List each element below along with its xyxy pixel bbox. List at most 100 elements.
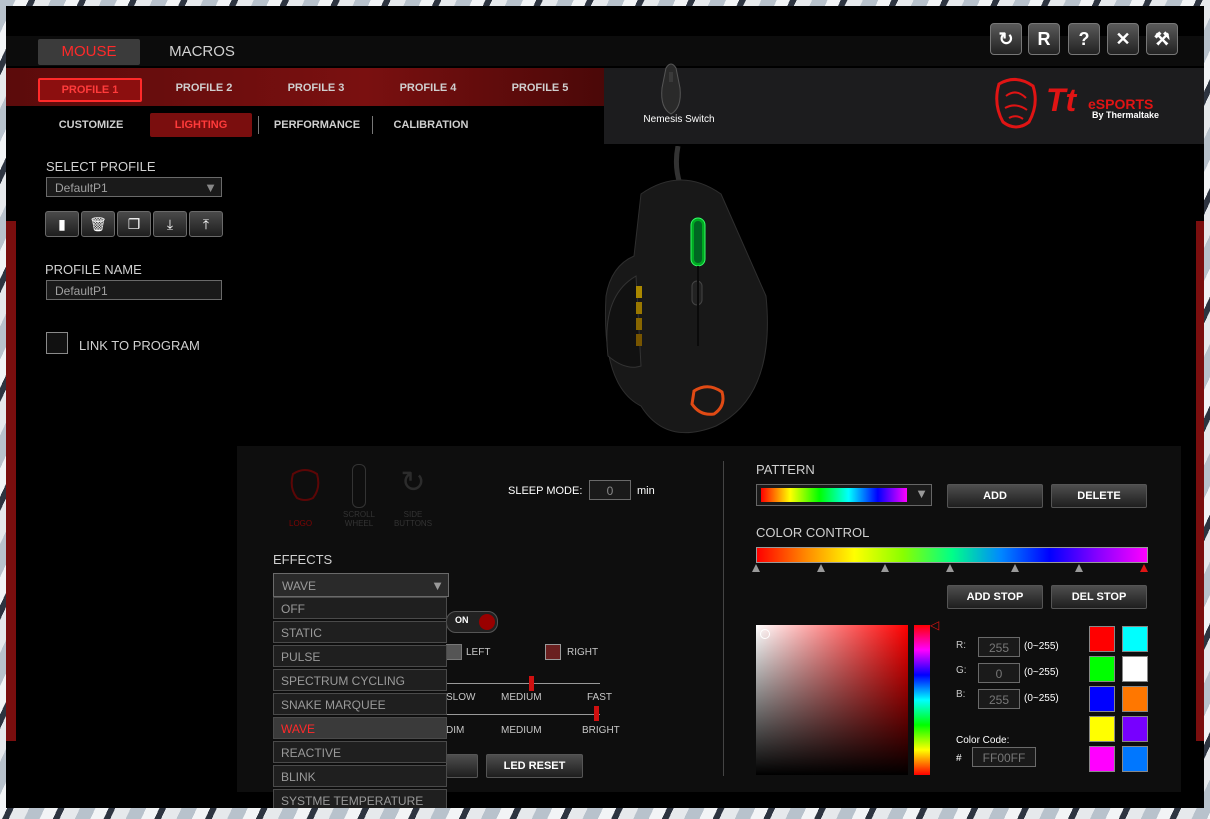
direction-left-checkbox[interactable] — [446, 644, 462, 660]
help-icon[interactable]: ? — [1068, 23, 1100, 55]
gradient-bar[interactable] — [756, 547, 1148, 563]
reset-button[interactable]: R — [1028, 23, 1060, 55]
color-code-hash: # — [956, 753, 962, 764]
mouse-image — [596, 145, 776, 441]
b-label: B: — [956, 689, 966, 700]
effect-option-off[interactable]: OFF — [273, 597, 447, 619]
profile-name-input[interactable]: DefaultP1 — [46, 280, 222, 300]
link-to-program-checkbox[interactable] — [46, 332, 68, 354]
lighting-toggle[interactable]: ON — [446, 611, 498, 633]
gradient-stop-marker[interactable] — [816, 564, 825, 572]
tab-profile-2[interactable]: PROFILE 2 — [154, 78, 254, 98]
effect-option-reactive[interactable]: REACTIVE — [273, 741, 447, 763]
color-code-label: Color Code: — [956, 735, 1010, 746]
device-thumbnail[interactable] — [656, 58, 686, 116]
gradient-stop-marker[interactable] — [1075, 564, 1084, 572]
color-swatch[interactable] — [1122, 716, 1148, 742]
brand-by: By Thermaltake — [1092, 110, 1160, 120]
scroll-wheel-zone-label: SCROLL WHEEL — [342, 510, 375, 528]
effect-option-pulse[interactable]: PULSE — [273, 645, 447, 667]
color-swatch[interactable] — [1089, 716, 1115, 742]
sleep-mode-input[interactable]: 0 — [589, 480, 631, 500]
gradient-stops[interactable] — [752, 564, 1148, 574]
gradient-stop-marker[interactable] — [752, 564, 760, 572]
tab-macros[interactable]: MACROS — [154, 39, 250, 65]
tab-calibration[interactable]: CALIBRATION — [378, 113, 484, 137]
gradient-stop-marker[interactable] — [1010, 564, 1019, 572]
b-input[interactable]: 255 — [978, 689, 1020, 709]
tab-performance[interactable]: PERFORMANCE — [264, 113, 370, 137]
save-icon[interactable]: ▮ — [45, 211, 79, 237]
color-code-input[interactable]: FF00FF — [972, 747, 1036, 767]
sleep-mode-label: SLEEP MODE: — [508, 485, 583, 497]
add-stop-button[interactable]: ADD STOP — [947, 585, 1043, 609]
speed-slider-handle[interactable] — [528, 676, 534, 691]
speed-slider-track[interactable] — [446, 683, 600, 684]
pattern-dropdown[interactable]: ▼ — [756, 484, 932, 506]
color-swatch[interactable] — [1089, 656, 1115, 682]
effect-option-blink[interactable]: BLINK — [273, 765, 447, 787]
tab-profile-5[interactable]: PROFILE 5 — [490, 78, 590, 98]
hue-marker-icon[interactable]: ◁ — [930, 618, 939, 632]
led-reset-button[interactable]: LED RESET — [486, 754, 583, 778]
color-swatch[interactable] — [1089, 626, 1115, 652]
logo-zone-label: LOGO — [289, 519, 313, 528]
color-swatch[interactable] — [1089, 686, 1115, 712]
divider — [258, 116, 259, 134]
gradient-stop-marker[interactable] — [1140, 564, 1148, 572]
close-icon[interactable]: ✕ — [1107, 23, 1139, 55]
export-icon[interactable]: ⤒ — [189, 211, 223, 237]
import-icon[interactable]: ⤓ — [153, 211, 187, 237]
apply-button[interactable] — [446, 754, 478, 778]
color-swatch[interactable] — [1089, 746, 1115, 772]
tab-profile-1[interactable]: PROFILE 1 — [38, 78, 142, 102]
brightness-label-bright: BRIGHT — [582, 725, 620, 736]
delete-pattern-button[interactable]: DELETE — [1051, 484, 1147, 508]
scroll-wheel-zone-icon[interactable] — [352, 464, 366, 508]
select-profile-dropdown[interactable]: DefaultP1 ▼ — [46, 177, 222, 197]
dragon-logo-icon — [991, 74, 1041, 134]
divider — [372, 116, 373, 134]
logo-zone-icon[interactable] — [287, 466, 323, 502]
effects-dropdown[interactable]: WAVE ▼ — [273, 573, 449, 597]
effect-option-wave[interactable]: WAVE — [273, 717, 447, 739]
gradient-stop-marker[interactable] — [881, 564, 890, 572]
g-range: (0~255) — [1024, 667, 1059, 678]
g-input[interactable]: 0 — [978, 663, 1020, 683]
add-pattern-button[interactable]: ADD — [947, 484, 1043, 508]
saturation-value-picker[interactable] — [756, 625, 908, 775]
tab-profile-4[interactable]: PROFILE 4 — [378, 78, 478, 98]
hue-slider[interactable] — [914, 625, 930, 775]
settings-icon[interactable]: ⚒ — [1146, 23, 1178, 55]
tab-lighting[interactable]: LIGHTING — [150, 113, 252, 137]
effect-option-system-temperature[interactable]: SYSTME TEMPERATURE — [273, 789, 447, 808]
left-edge-accent — [6, 221, 16, 741]
link-to-program-label: LINK TO PROGRAM — [79, 338, 200, 353]
effects-label: EFFECTS — [273, 552, 333, 567]
brightness-slider-handle[interactable] — [594, 706, 599, 721]
side-buttons-zone-icon[interactable]: ↻ — [396, 466, 430, 500]
color-swatch[interactable] — [1122, 656, 1148, 682]
refresh-icon[interactable]: ↻ — [990, 23, 1022, 55]
color-swatch[interactable] — [1122, 686, 1148, 712]
toggle-label: ON — [455, 615, 469, 625]
del-stop-button[interactable]: DEL STOP — [1051, 585, 1147, 609]
tab-customize[interactable]: CUSTOMIZE — [46, 113, 136, 137]
effect-option-spectrum-cycling[interactable]: SPECTRUM CYCLING — [273, 669, 447, 691]
picker-cursor[interactable] — [760, 629, 770, 639]
color-swatch[interactable] — [1122, 746, 1148, 772]
tab-profile-3[interactable]: PROFILE 3 — [266, 78, 366, 98]
brightness-slider-track[interactable] — [446, 714, 600, 715]
tab-mouse[interactable]: MOUSE — [38, 39, 140, 65]
delete-icon[interactable]: 🗑 — [81, 211, 115, 237]
effect-option-snake-marquee[interactable]: SNAKE MARQUEE — [273, 693, 447, 715]
brand-logo-text: Tt — [1046, 82, 1077, 118]
copy-icon[interactable]: ❐ — [117, 211, 151, 237]
effect-option-static[interactable]: STATIC — [273, 621, 447, 643]
b-range: (0~255) — [1024, 693, 1059, 704]
direction-right-checkbox[interactable] — [545, 644, 561, 660]
color-swatch[interactable] — [1122, 626, 1148, 652]
r-input[interactable]: 255 — [978, 637, 1020, 657]
select-profile-value: DefaultP1 — [55, 181, 108, 195]
gradient-stop-marker[interactable] — [946, 564, 954, 572]
